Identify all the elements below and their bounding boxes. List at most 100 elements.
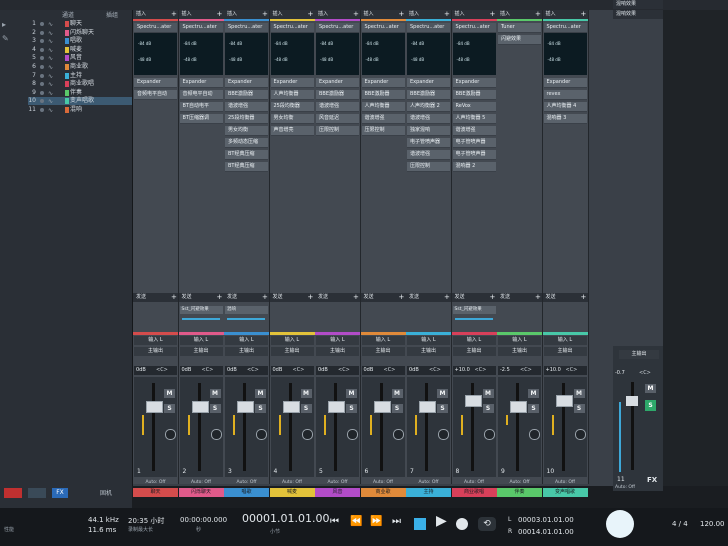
plugin-slot[interactable]: Expander [361,78,405,88]
channel-name[interactable]: 主持 [406,488,451,497]
solo-button[interactable]: S [209,404,221,413]
send-slot[interactable]: 混响 [225,306,268,314]
fx-auto[interactable]: Auto: Off [615,485,635,490]
add-send-icon[interactable]: + [353,293,359,301]
fx-pan[interactable]: <C> [639,370,651,376]
track-row[interactable]: 5 ∿ 风音 [28,54,132,62]
fader-cap[interactable] [419,401,436,413]
solo-button[interactable]: S [573,404,585,413]
track-row[interactable]: 7 ∿ 主持 [28,72,132,80]
monitor-knob-icon[interactable] [438,429,449,440]
plugin-slot[interactable]: Expander [316,78,359,88]
add-insert-icon[interactable]: + [217,10,223,18]
fader-cap[interactable] [510,401,527,413]
monitor-knob-icon[interactable] [529,429,540,440]
mute-button[interactable]: M [391,389,403,398]
track-row[interactable]: 8 ∿ 商业歌唱 [28,80,132,88]
fader-cap[interactable] [464,395,482,407]
rewind-icon[interactable]: ⏪ [350,516,362,527]
plugin-slot[interactable]: BBE激励器 [316,90,359,100]
pan-control[interactable]: <C> [564,366,578,375]
monitor-knob-icon[interactable] [165,429,176,440]
fx-view-button[interactable]: FX [52,488,68,498]
add-insert-icon[interactable]: + [444,10,450,18]
output-select[interactable]: 主输出 [361,347,405,356]
plugin-slot[interactable]: Expander [134,78,177,88]
plugin-slot[interactable]: 谐波增强 [316,102,359,112]
plugin-slot[interactable]: 人声均衡器 5 [452,114,496,124]
fader-cap[interactable] [328,401,345,413]
mixer-view-icon[interactable] [28,488,46,498]
mute-button[interactable]: M [164,389,175,398]
output-select[interactable]: 主输出 [270,347,314,356]
track-enable-icon[interactable] [40,47,44,52]
output-select[interactable]: 主输出 [134,347,177,356]
send-slot[interactable]: Sst_闪避效果 [452,306,496,314]
plugin-slot[interactable]: 压限控制 [361,126,405,136]
input-select[interactable]: 输入 L [179,336,223,345]
monitor-knob-icon[interactable] [483,429,495,440]
plugin-slot[interactable]: 压限控制 [407,162,450,172]
monitor-knob-icon[interactable] [301,429,313,440]
mute-button[interactable]: M [437,389,448,398]
track-row[interactable]: 1 ∿ 聊天 [28,20,132,28]
automation-mode[interactable]: Auto: Off [271,480,314,485]
plugin-slot[interactable]: 人声均衡器 2 [407,102,450,112]
add-insert-icon[interactable]: + [399,10,405,18]
plugin-slot[interactable]: Spectru...ater [225,23,268,33]
send-level-bar[interactable] [181,318,220,320]
add-insert-icon[interactable]: + [490,10,496,18]
plugin-slot[interactable]: BBE激励器 [407,90,450,100]
plugin-slot[interactable]: BT经典压缩 [225,162,268,172]
plugin-slot[interactable]: 男女均衡 [225,126,268,136]
fader-cap[interactable] [191,401,209,413]
add-send-icon[interactable]: + [444,293,450,301]
track-enable-icon[interactable] [40,82,44,87]
output-select[interactable]: 主输出 [316,347,359,356]
channel-name[interactable]: 伴奏 [497,488,542,497]
plugin-slot[interactable]: Expander [179,78,223,88]
plugin-slot[interactable]: BT自动电平 [179,102,223,112]
add-send-icon[interactable]: + [535,293,541,301]
input-select[interactable]: 输入 L [498,336,541,345]
mute-button[interactable]: M [255,389,266,398]
add-insert-icon[interactable]: + [535,10,541,18]
track-enable-icon[interactable] [40,90,44,95]
track-row[interactable]: 2 ∿ 闪烁聊天 [28,29,132,37]
track-enable-icon[interactable] [40,99,44,104]
plugin-slot[interactable]: 声音增亮 [270,126,314,136]
track-enable-icon[interactable] [40,22,44,26]
track-enable-icon[interactable] [40,65,44,69]
send-level-bar[interactable] [227,318,265,320]
plugin-slot[interactable]: Spectru...ater [179,23,223,33]
fader-cap[interactable] [555,395,573,407]
channel-name[interactable]: 唱歌 [224,488,269,497]
add-insert-icon[interactable]: + [308,10,314,18]
fx-output[interactable]: 主输出 [619,350,659,359]
input-select[interactable]: 输入 L [316,336,359,345]
stop-button[interactable] [414,518,426,530]
plugin-slot[interactable]: Expander [270,78,314,88]
track-row[interactable]: 9 ∿ 伴奏 [28,89,132,97]
add-send-icon[interactable]: + [217,293,223,301]
input-select[interactable]: 输入 L [407,336,450,345]
pan-control[interactable]: <C> [245,366,259,375]
plugin-slot[interactable]: 男女均衡 [270,114,314,124]
plugin-slot[interactable]: revex [543,90,587,100]
plugin-slot[interactable]: 压限控制 [316,126,359,136]
solo-button[interactable]: S [300,404,312,413]
channel-name[interactable]: 喊麦 [269,488,315,497]
solo-button[interactable]: S [164,404,175,413]
pan-control[interactable]: <C> [427,366,441,375]
mute-button[interactable]: M [482,389,494,398]
fader-cap[interactable] [237,401,254,413]
track-enable-icon[interactable] [40,30,44,35]
mute-button[interactable]: M [209,389,221,398]
plugin-slot[interactable]: Spectru...ater [134,23,177,33]
record-indicator-icon[interactable] [4,488,22,498]
plugin-slot[interactable]: 独家混响 [407,126,450,136]
output-select[interactable]: 主输出 [498,347,541,356]
plugin-slot[interactable]: Spectru...ater [543,23,587,33]
loop-button[interactable]: ⟲ [478,517,496,531]
automation-mode[interactable]: Auto: Off [407,480,450,485]
